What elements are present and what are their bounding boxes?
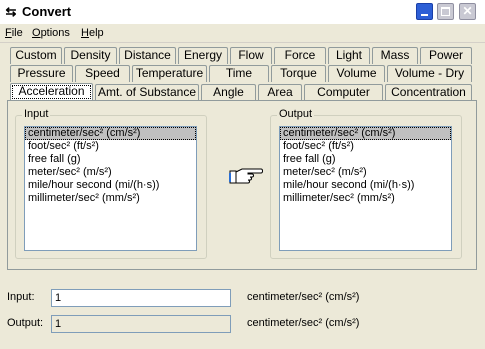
tab-computer[interactable]: Computer <box>304 84 383 101</box>
tab-energy[interactable]: Energy <box>178 47 228 64</box>
list-item[interactable]: mile/hour second (mi/(h·s)) <box>25 179 196 192</box>
list-item[interactable]: meter/sec² (m/s²) <box>280 166 451 179</box>
list-item[interactable]: free fall (g) <box>280 153 451 166</box>
output-group-label: Output <box>277 108 315 120</box>
tab-power[interactable]: Power <box>420 47 472 64</box>
output-unit-list[interactable]: centimeter/sec² (cm/s²) foot/sec² (ft/s²)… <box>279 126 452 251</box>
tab-speed[interactable]: Speed <box>75 65 130 82</box>
output-value-label: Output: <box>7 317 44 329</box>
close-button[interactable]: ✕ <box>458 2 477 21</box>
maximize-icon <box>441 7 450 16</box>
tab-flow[interactable]: Flow <box>230 47 272 64</box>
tab-distance[interactable]: Distance <box>119 47 176 64</box>
tab-concentration[interactable]: Concentration <box>385 84 472 101</box>
menu-bar: File Options Help <box>0 24 485 43</box>
tab-temperature[interactable]: Temperature <box>132 65 207 82</box>
menu-file[interactable]: File <box>5 27 23 39</box>
output-unit-label: centimeter/sec² (cm/s²) <box>247 317 360 329</box>
list-item[interactable]: centimeter/sec² (cm/s²) <box>25 127 196 140</box>
close-icon: ✕ <box>462 4 473 18</box>
list-item[interactable]: foot/sec² (ft/s²) <box>25 140 196 153</box>
tab-mass[interactable]: Mass <box>372 47 418 64</box>
tab-density[interactable]: Density <box>64 47 117 64</box>
list-item[interactable]: meter/sec² (m/s²) <box>25 166 196 179</box>
tab-volume[interactable]: Volume <box>328 65 385 82</box>
convert-arrows-icon: ⇆ <box>5 4 17 19</box>
list-item[interactable]: centimeter/sec² (cm/s²) <box>280 127 451 140</box>
maximize-button[interactable] <box>436 2 455 21</box>
output-group: Output centimeter/sec² (cm/s²) foot/sec² … <box>270 108 462 259</box>
window-title: Convert <box>22 4 72 19</box>
list-item[interactable]: mile/hour second (mi/(h·s)) <box>280 179 451 192</box>
tab-volume-dry[interactable]: Volume - Dry <box>387 65 472 82</box>
list-item[interactable]: millimeter/sec² (mm/s²) <box>25 192 196 205</box>
title-bar[interactable]: ⇆ Convert ✕ <box>0 0 485 24</box>
minimize-icon <box>421 14 428 16</box>
list-item[interactable]: free fall (g) <box>25 153 196 166</box>
tab-time[interactable]: Time <box>209 65 269 82</box>
tab-custom[interactable]: Custom <box>10 47 62 64</box>
input-value-label: Input: <box>7 291 35 303</box>
input-unit-list[interactable]: centimeter/sec² (cm/s²) foot/sec² (ft/s²)… <box>24 126 197 251</box>
menu-help[interactable]: Help <box>81 27 104 39</box>
tab-pressure[interactable]: Pressure <box>10 65 73 82</box>
input-unit-label: centimeter/sec² (cm/s²) <box>247 291 360 303</box>
input-group: Input centimeter/sec² (cm/s²) foot/sec² (… <box>15 108 207 259</box>
input-group-label: Input <box>22 108 51 120</box>
convert-window: ⇆ Convert ✕ File Options Help Custom Den… <box>0 0 485 349</box>
menu-options[interactable]: Options <box>32 27 70 39</box>
list-item[interactable]: foot/sec² (ft/s²) <box>280 140 451 153</box>
tab-angle[interactable]: Angle <box>201 84 256 101</box>
tab-force[interactable]: Force <box>274 47 326 64</box>
tab-amt-of-substance[interactable]: Amt. of Substance <box>95 84 199 101</box>
list-item[interactable]: millimeter/sec² (mm/s²) <box>280 192 451 205</box>
pointing-hand-icon <box>229 168 263 184</box>
minimize-button[interactable] <box>415 2 434 21</box>
acceleration-tab-panel: Input centimeter/sec² (cm/s²) foot/sec² (… <box>7 100 477 270</box>
input-value-field[interactable]: 1 <box>51 289 231 307</box>
tab-torque[interactable]: Torque <box>271 65 326 82</box>
output-value-field[interactable]: 1 <box>51 315 231 333</box>
tab-light[interactable]: Light <box>328 47 370 64</box>
tab-acceleration[interactable]: Acceleration <box>10 83 93 101</box>
tab-area[interactable]: Area <box>258 84 302 101</box>
